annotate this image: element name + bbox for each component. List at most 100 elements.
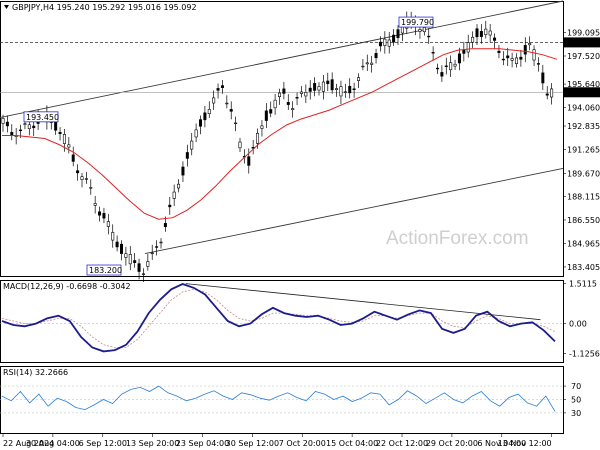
macd-title: MACD(12,26,9) -0.6698 -0.3042 (3, 282, 131, 291)
candle-body (163, 223, 167, 227)
macd-panel-frame (0, 280, 564, 363)
candle-body (120, 243, 124, 254)
candle-body (229, 109, 233, 112)
candle-body (545, 93, 549, 96)
candle-body (304, 91, 308, 97)
candle-body (76, 170, 80, 174)
candle-body (532, 49, 536, 61)
candle-body (19, 129, 23, 132)
candle-body (269, 109, 273, 114)
candle-body (370, 62, 374, 65)
candle-body (335, 88, 339, 90)
candle-body (321, 81, 325, 92)
candle-body (493, 37, 497, 41)
annotation-label: 193.450 (26, 113, 59, 122)
annotation-label: 199.790 (401, 18, 434, 27)
macd-ytick-label: 1.5115 (569, 280, 597, 289)
x-tick-label: 30 Aug 04:00 (26, 439, 80, 448)
candle-body (93, 203, 97, 206)
candle-body (396, 29, 400, 38)
candle-body (374, 53, 378, 59)
price-ytick-label: 189.670 (567, 169, 600, 178)
candle-body (291, 108, 295, 111)
candle-body (273, 99, 277, 109)
x-tick-label: 22 Oct 12:00 (376, 439, 428, 448)
candle-body (89, 187, 93, 189)
price-ytick-label: 186.550 (567, 216, 600, 225)
candle-body (181, 166, 185, 176)
rsi-ytick-label: 30 (571, 409, 581, 418)
candle-body (172, 191, 176, 199)
candle-body (449, 62, 453, 71)
candle-body (225, 102, 229, 105)
candle-body (168, 204, 172, 208)
candle-body (348, 85, 352, 94)
candle-body (194, 129, 198, 138)
candle-body (98, 211, 102, 216)
candle-body (212, 97, 216, 104)
annotation-label: 183.200 (89, 266, 122, 275)
candle-body (247, 156, 251, 166)
candle-body (1, 118, 5, 124)
level-tag-label: 198.430 (566, 38, 599, 47)
candle-body (27, 124, 31, 130)
candle-body (457, 53, 461, 64)
candle-body (326, 80, 330, 84)
candle-body (23, 123, 27, 125)
x-tick-label: 15 Oct 04:00 (326, 439, 378, 448)
candle-body (365, 62, 369, 65)
candle-body (58, 132, 62, 135)
macd-ytick-label: 0.00 (569, 320, 587, 329)
x-tick-label: 29 Oct 20:00 (426, 439, 478, 448)
rsi-panel-frame (0, 366, 564, 434)
candle-body (177, 183, 181, 189)
price-ytick-label: 188.115 (567, 193, 600, 202)
candle-body (67, 144, 71, 148)
candle-body (479, 31, 483, 37)
candle-body (466, 42, 470, 53)
candle-body (286, 102, 290, 105)
candle-body (150, 252, 154, 255)
rsi-ytick-label: 70 (571, 382, 581, 391)
price-ytick-label: 192.835 (567, 122, 600, 131)
candle-body (106, 221, 110, 227)
candle-body (260, 125, 264, 129)
candle-body (155, 246, 159, 248)
candle-body (361, 65, 365, 68)
candle-body (207, 109, 211, 115)
candle-body (317, 86, 321, 91)
candle-body (216, 88, 220, 91)
candle-body (71, 154, 75, 162)
candle-body (462, 49, 466, 54)
candle-body (264, 110, 268, 121)
candle-body (387, 39, 391, 47)
candle-body (418, 29, 422, 32)
candle-body (506, 55, 510, 59)
candle-body (400, 26, 404, 34)
candle-body (185, 152, 189, 159)
x-tick-label: 30 Sep 12:00 (226, 439, 279, 448)
candle-body (282, 88, 286, 94)
candle-body (80, 176, 84, 180)
candle-body (431, 52, 435, 54)
price-ytick-label: 197.520 (567, 52, 600, 61)
candle-body (234, 122, 238, 125)
candle-body (392, 34, 396, 43)
candle-body (475, 28, 479, 38)
candle-body (203, 112, 207, 121)
candle-body (190, 140, 194, 150)
chart-root: ActionForex.com 193.450 183.200 199.790 199.… (0, 0, 600, 448)
candle-body (444, 65, 448, 67)
candle-body (137, 263, 141, 272)
price-ytick-label: 194.060 (567, 104, 600, 113)
candle-body (422, 27, 426, 33)
watermark: ActionForex.com (386, 228, 529, 249)
price-ytick-label: 184.965 (567, 240, 600, 249)
candle-body (343, 91, 347, 93)
candle-body (501, 58, 505, 61)
candle-body (299, 91, 303, 94)
price-ytick-label: 183.405 (567, 263, 600, 272)
candle-body (497, 50, 501, 53)
candle-body (514, 57, 518, 64)
candle-body (133, 260, 137, 263)
